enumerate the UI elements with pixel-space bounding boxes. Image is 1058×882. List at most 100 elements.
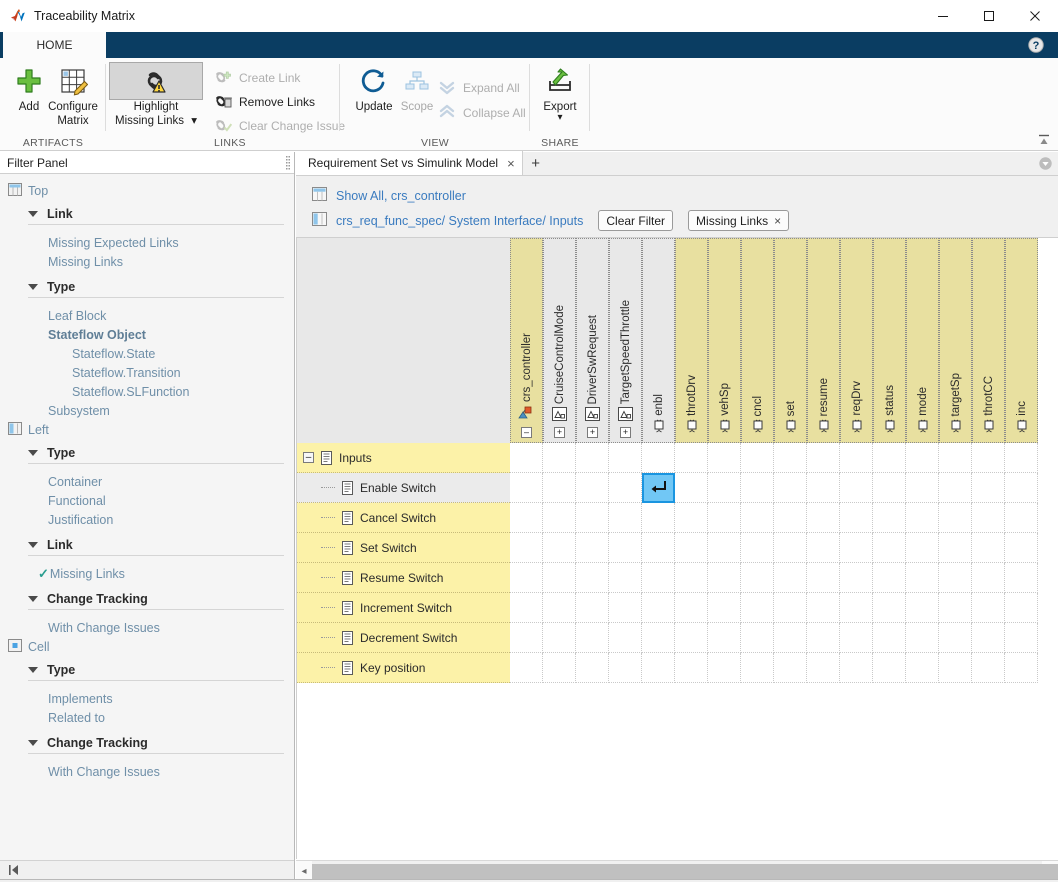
matrix-column-header[interactable]: CruiseControlMode+ [543, 238, 576, 443]
chevron-down-icon[interactable]: ▾ [191, 114, 197, 128]
matrix-cell[interactable] [675, 473, 708, 503]
matrix-column-header[interactable]: set [774, 238, 807, 443]
scrollbar-thumb[interactable] [312, 864, 1058, 880]
clear-change-issue-item[interactable]: Clear Change Issue [214, 114, 345, 138]
column-expander[interactable]: + [587, 427, 598, 438]
filter-item-with-change-issues-cell[interactable]: With Change Issues [48, 762, 294, 781]
matrix-cell[interactable] [939, 593, 972, 623]
matrix-cell[interactable] [510, 653, 543, 683]
export-button[interactable]: Export ▾ [531, 62, 589, 122]
matrix-cell[interactable] [543, 443, 576, 473]
chevron-down-icon[interactable]: ▾ [557, 114, 562, 122]
matrix-cell[interactable] [741, 593, 774, 623]
matrix-cell[interactable] [708, 533, 741, 563]
matrix-cell[interactable] [840, 533, 873, 563]
matrix-cell[interactable] [873, 443, 906, 473]
matrix-cell[interactable] [906, 563, 939, 593]
matrix-cell[interactable] [708, 473, 741, 503]
matrix-cell[interactable] [642, 593, 675, 623]
filter-section-cell-type[interactable]: Type [28, 659, 284, 681]
matrix-cell[interactable] [708, 563, 741, 593]
column-expander[interactable]: + [620, 427, 631, 438]
matrix-cell[interactable] [972, 593, 1005, 623]
matrix-cell[interactable] [873, 533, 906, 563]
tab-options-icon[interactable] [1038, 156, 1053, 171]
filter-item-stateflow-transition[interactable]: Stateflow.Transition [72, 363, 294, 382]
matrix-cell[interactable] [675, 593, 708, 623]
matrix-column-header[interactable]: TargetSpeedThrottle+ [609, 238, 642, 443]
row-expander[interactable]: – [303, 452, 314, 463]
column-expander[interactable]: – [521, 427, 532, 438]
matrix-cell[interactable] [972, 443, 1005, 473]
column-expander[interactable]: + [554, 427, 565, 438]
filter-item-with-change-issues-left[interactable]: With Change Issues [48, 618, 294, 637]
collapse-panel-icon[interactable] [8, 864, 22, 879]
matrix-cell[interactable] [1005, 653, 1038, 683]
matrix-cell[interactable] [543, 623, 576, 653]
matrix-row-label[interactable]: Cancel Switch [297, 503, 510, 533]
matrix-cell[interactable] [774, 593, 807, 623]
filter-item-subsystem[interactable]: Subsystem [48, 401, 294, 420]
matrix-cell[interactable] [972, 503, 1005, 533]
matrix-row-label[interactable]: Key position [297, 653, 510, 683]
matrix-cell[interactable] [543, 653, 576, 683]
matrix-cell[interactable] [609, 593, 642, 623]
matrix-cell[interactable] [510, 473, 543, 503]
matrix-cell[interactable] [642, 653, 675, 683]
matrix-cell[interactable] [642, 443, 675, 473]
matrix-cell[interactable] [609, 623, 642, 653]
matrix-cell[interactable] [576, 533, 609, 563]
matrix-column-header[interactable]: cncl [741, 238, 774, 443]
matrix-cell[interactable] [807, 623, 840, 653]
matrix-cell[interactable] [873, 623, 906, 653]
filter-item-leaf-block[interactable]: Leaf Block [48, 306, 294, 325]
matrix-cell[interactable] [510, 443, 543, 473]
matrix-cell[interactable] [840, 443, 873, 473]
matrix-cell[interactable] [972, 653, 1005, 683]
matrix-cell[interactable] [873, 653, 906, 683]
matrix-cell[interactable] [675, 533, 708, 563]
matrix-cell[interactable] [906, 623, 939, 653]
matrix-cell[interactable] [774, 473, 807, 503]
matrix-cell[interactable] [675, 623, 708, 653]
matrix-column-header[interactable]: status [873, 238, 906, 443]
filter-item-stateflow-slfunction[interactable]: Stateflow.SLFunction [72, 382, 294, 401]
matrix-cell[interactable] [609, 443, 642, 473]
matrix-cell[interactable] [543, 593, 576, 623]
matrix-cell[interactable] [972, 533, 1005, 563]
matrix-cell[interactable] [774, 443, 807, 473]
matrix-cell[interactable] [840, 653, 873, 683]
filter-item-missing-links-top[interactable]: Missing Links [48, 252, 294, 271]
matrix-cell-selected[interactable] [642, 473, 675, 503]
filter-item-stateflow-object[interactable]: Stateflow Object [48, 325, 294, 344]
active-filter-chip[interactable]: Missing Links × [688, 210, 789, 231]
matrix-cell[interactable] [741, 503, 774, 533]
configure-matrix-button[interactable]: Configure Matrix [44, 62, 102, 128]
create-link-item[interactable]: Create Link [214, 66, 300, 90]
matrix-cell[interactable] [1005, 563, 1038, 593]
matrix-cell[interactable] [939, 623, 972, 653]
matrix-row-label[interactable]: Increment Switch [297, 593, 510, 623]
matrix-cell[interactable] [939, 533, 972, 563]
table-row[interactable]: Set Switch [297, 533, 1058, 563]
matrix-cell[interactable] [741, 623, 774, 653]
matrix-row-label[interactable]: Resume Switch [297, 563, 510, 593]
breadcrumb-left-link[interactable]: crs_req_func_spec/ System Interface/ Inp… [336, 214, 583, 228]
maximize-button[interactable] [966, 0, 1012, 32]
matrix-cell[interactable] [708, 443, 741, 473]
matrix-cell[interactable] [576, 473, 609, 503]
filter-item-implements[interactable]: Implements [48, 689, 294, 708]
minimize-button[interactable] [920, 0, 966, 32]
matrix-cell[interactable] [510, 563, 543, 593]
matrix-cell[interactable] [873, 473, 906, 503]
matrix-cell[interactable] [576, 443, 609, 473]
table-row[interactable]: Cancel Switch [297, 503, 1058, 533]
matrix-cell[interactable] [1005, 473, 1038, 503]
matrix-cell[interactable] [741, 563, 774, 593]
matrix-column-header[interactable]: inc [1005, 238, 1038, 443]
matrix-cell[interactable] [675, 653, 708, 683]
matrix-cell[interactable] [939, 473, 972, 503]
matrix-cell[interactable] [741, 443, 774, 473]
matrix-cell[interactable] [774, 653, 807, 683]
matrix-cell[interactable] [807, 503, 840, 533]
